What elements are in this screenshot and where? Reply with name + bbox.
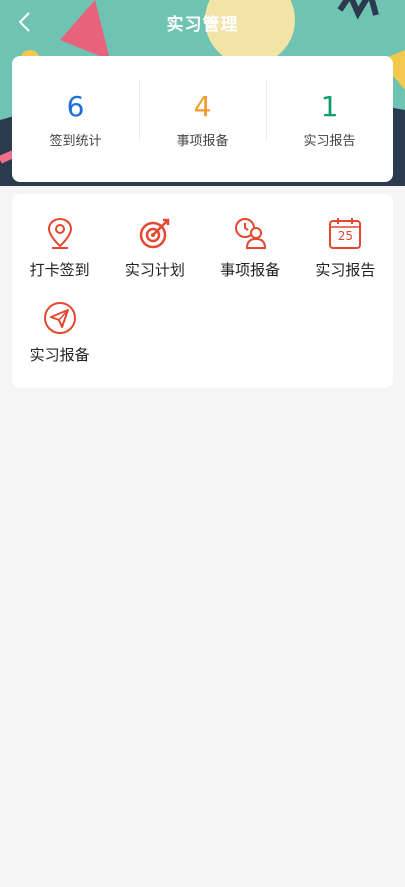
menu-report-matters[interactable]: 事项报备 [203, 216, 298, 301]
page-title: 实习管理 [166, 15, 239, 35]
menu-label: 实习报告 [315, 261, 376, 279]
menu-label: 打卡签到 [29, 261, 90, 279]
menu-checkin[interactable]: 打卡签到 [12, 216, 107, 301]
location-pin-icon [47, 217, 72, 249]
stat-value: 4 [193, 89, 212, 123]
stat-label: 签到统计 [49, 133, 102, 149]
menu-plan[interactable]: 实习计划 [107, 216, 202, 301]
person-clock-icon [235, 218, 267, 249]
stat-label: 事项报备 [176, 133, 229, 149]
stats-card: 6 签到统计 4 事项报备 1 实习报告 [12, 56, 393, 182]
stat-value: 6 [66, 89, 85, 123]
menu-internship-filing[interactable]: 实习报备 [12, 301, 107, 386]
menu-internship-report[interactable]: 25 实习报告 [298, 216, 393, 301]
stat-value: 1 [320, 89, 339, 123]
menu-label: 实习计划 [124, 261, 185, 279]
paper-plane-icon [43, 302, 76, 334]
menu-label: 实习报备 [29, 346, 90, 364]
stat-internship-report[interactable]: 1 实习报告 [266, 79, 393, 149]
menu-card: 打卡签到 实习计划 事项报备 25 实习报告 实习报备 [12, 194, 393, 388]
stat-checkin[interactable]: 6 签到统计 [12, 90, 139, 149]
stat-report-matters[interactable]: 4 事项报备 [139, 79, 266, 149]
target-icon [139, 218, 170, 249]
menu-label: 事项报备 [220, 261, 281, 279]
calendar-day-text: 25 [337, 229, 354, 243]
stat-label: 实习报告 [303, 133, 356, 149]
